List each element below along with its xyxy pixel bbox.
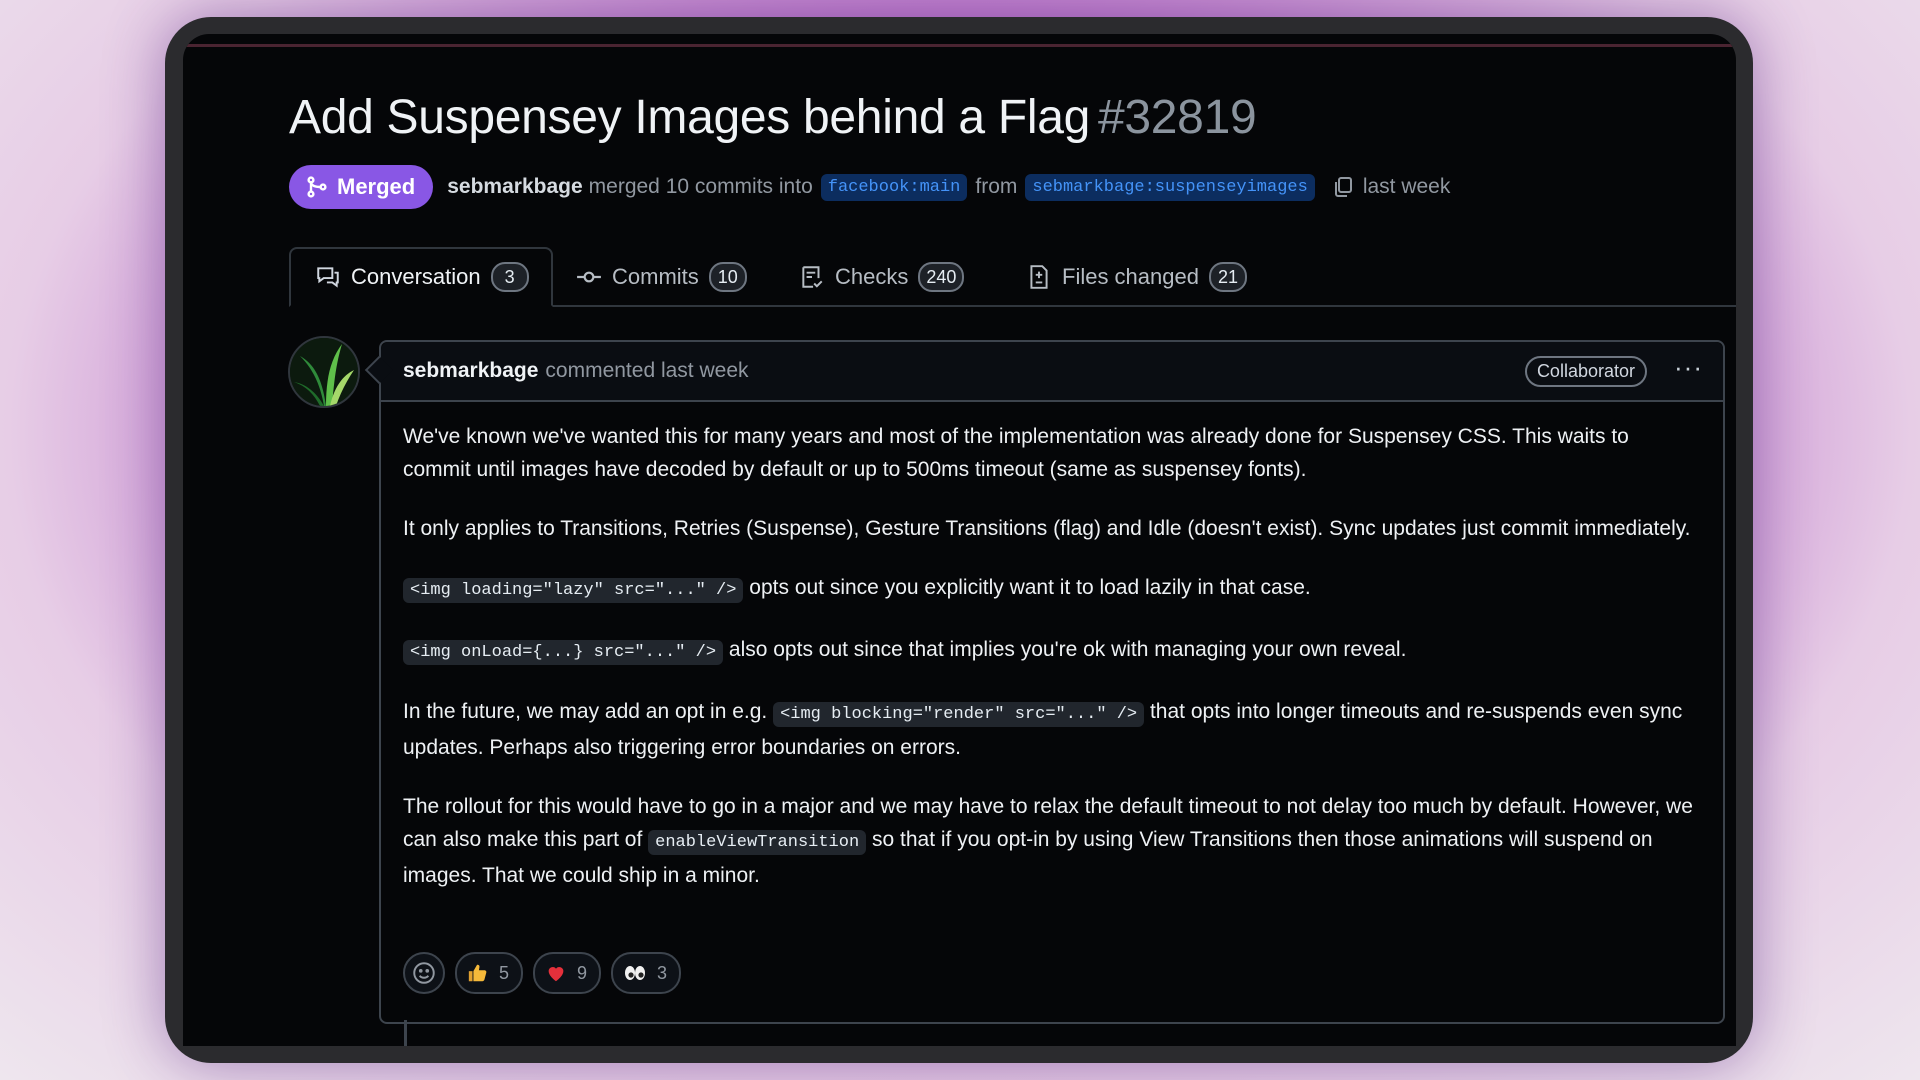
timeline-line [404, 1020, 407, 1046]
tab-count: 3 [490, 262, 529, 292]
tab-label: Files changed [1062, 264, 1199, 289]
reaction-count: 5 [499, 962, 510, 983]
base-branch[interactable]: facebook:main [820, 173, 968, 201]
inline-code: <img blocking="render" src="..." /> [773, 702, 1145, 727]
comment-paragraph: <img onLoad={...} src="..." /> also opts… [403, 633, 1701, 669]
add-reaction-button[interactable] [403, 952, 445, 994]
tab-label: Commits [612, 264, 699, 289]
pr-number: #32819 [1098, 91, 1257, 144]
pr-tabs: Conversation 3 Commits 10 Checks 240 Fil… [289, 247, 1736, 307]
comment-action: commented last week [545, 359, 749, 382]
comment-box: sebmarkbage commented last week Collabor… [364, 340, 1725, 1024]
reactions-bar: 5 9 3 [403, 952, 682, 994]
top-border-line [183, 44, 1736, 47]
tab-commits[interactable]: Commits 10 [576, 249, 747, 305]
avatar[interactable] [288, 336, 360, 408]
page-title: Add Suspensey Images behind a Flag #32819 [289, 90, 1257, 145]
checklist-icon [802, 266, 823, 288]
comment-paragraph: <img loading="lazy" src="..." /> opts ou… [403, 571, 1701, 607]
comment-paragraph: We've known we've wanted this for many y… [403, 425, 1629, 481]
eyes-icon [625, 966, 646, 980]
thumbs-up-icon [468, 964, 487, 982]
comment-author-link[interactable]: sebmarkbage [403, 359, 538, 383]
comment-paragraph: It only applies to Transitions, Retries … [403, 517, 1691, 540]
comment-paragraph: In the future, we may add an opt in e.g.… [403, 700, 1683, 759]
tab-count: 10 [708, 262, 747, 292]
pr-meta: Merged sebmarkbage merged 10 commits int… [289, 164, 1450, 210]
copy-icon[interactable] [1331, 175, 1355, 199]
conversation-icon [317, 267, 339, 288]
tab-label: Checks [835, 264, 909, 289]
tab-count: 21 [1208, 262, 1247, 292]
comment-body: We've known we've wanted this for many y… [381, 402, 1723, 892]
reaction-eyes[interactable]: 3 [611, 952, 682, 994]
pr-author-link[interactable]: sebmarkbage [447, 175, 582, 199]
more-options-icon[interactable]: ··· [1674, 352, 1703, 383]
merged-badge: Merged [289, 165, 434, 209]
comment-header: sebmarkbage commented last week Collabor… [364, 342, 1723, 402]
tab-checks[interactable]: Checks 240 [799, 249, 965, 305]
git-commit-icon [577, 271, 601, 283]
merge-time: last week [1362, 175, 1451, 198]
collaborator-badge: Collaborator [1524, 356, 1647, 387]
from-text: from [975, 175, 1018, 198]
inline-code: <img loading="lazy" src="..." /> [403, 578, 744, 603]
comment-pointer [364, 355, 394, 385]
tab-label: Conversation [351, 264, 481, 289]
smiley-icon [413, 962, 435, 984]
reaction-thumbs-up[interactable]: 5 [455, 952, 524, 994]
reaction-count: 9 [577, 962, 588, 983]
reaction-heart[interactable]: 9 [533, 952, 602, 994]
reaction-count: 3 [657, 962, 668, 983]
tab-count: 240 [918, 262, 965, 292]
git-merge-icon [307, 176, 327, 198]
inline-code: <img onLoad={...} src="..." /> [403, 640, 724, 665]
merge-text: merged 10 commits into [588, 175, 813, 198]
tab-files-changed[interactable]: Files changed 21 [1026, 249, 1247, 305]
file-diff-icon [1030, 265, 1048, 289]
heart-icon [548, 967, 564, 982]
head-branch[interactable]: sebmarkbage:suspenseyimages [1025, 173, 1315, 201]
merged-label: Merged [337, 174, 416, 199]
tab-conversation[interactable]: Conversation 3 [289, 247, 553, 307]
screen: Add Suspensey Images behind a Flag #32819… [183, 34, 1736, 1046]
pr-title: Add Suspensey Images behind a Flag [289, 91, 1090, 144]
comment-paragraph: The rollout for this would have to go in… [403, 795, 1693, 887]
inline-code: enableViewTransition [648, 830, 867, 855]
